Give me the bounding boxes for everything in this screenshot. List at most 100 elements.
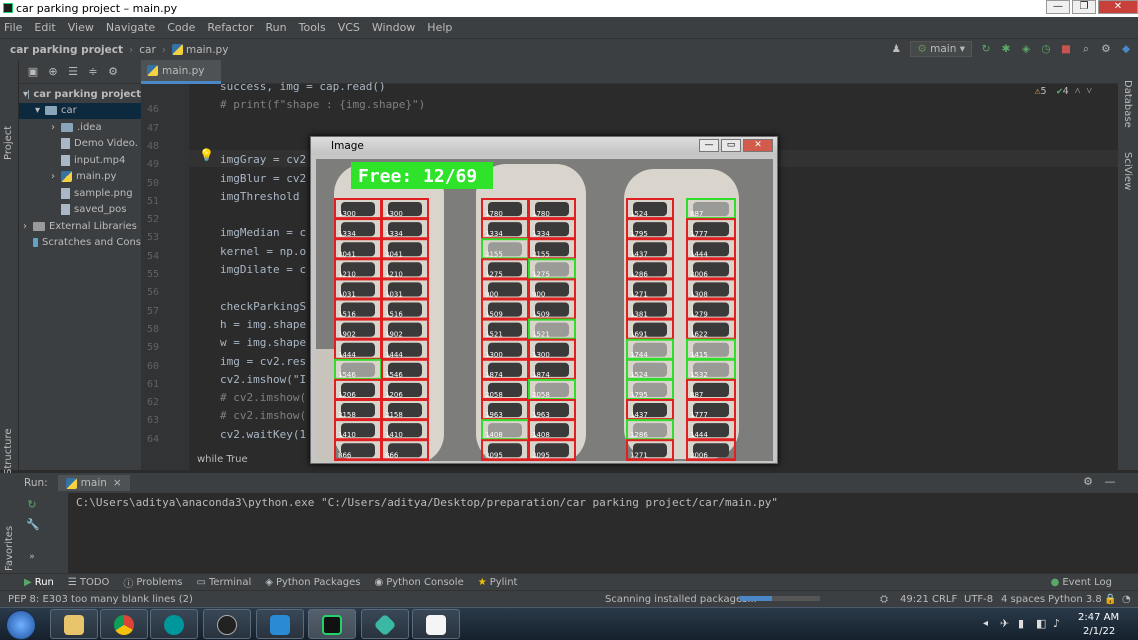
start-button[interactable]: [6, 610, 36, 640]
breadcrumb-folder[interactable]: car: [139, 44, 156, 56]
menu-code[interactable]: Code: [167, 21, 195, 34]
status-message[interactable]: PEP 8: E303 too many blank lines (2): [8, 594, 193, 605]
tree-item-sample-png[interactable]: sample.png: [19, 185, 141, 202]
code-line: cv2.imshow("I: [220, 372, 307, 386]
status-line-separator[interactable]: CRLF: [932, 594, 957, 605]
tray-volume-icon[interactable]: ▮: [1018, 617, 1024, 630]
taskbar-app[interactable]: [361, 609, 409, 639]
toolwindow-python-console[interactable]: ◉ Python Console: [374, 577, 463, 588]
menu-window[interactable]: Window: [372, 21, 415, 34]
locate-icon[interactable]: ⊕: [47, 65, 59, 78]
tree-item-main-py[interactable]: › main.py: [19, 169, 141, 186]
coverage-icon[interactable]: ◈: [1020, 43, 1032, 55]
line-number: 54: [146, 250, 159, 262]
tray-battery-icon[interactable]: ◧: [1036, 617, 1046, 630]
favorites-tab[interactable]: Favorites: [4, 526, 15, 571]
menu-view[interactable]: View: [68, 21, 94, 34]
inspection-widget[interactable]: ⚠5 ✔4 ˄ ˅: [1035, 86, 1092, 97]
search-icon[interactable]: ⌕: [1080, 43, 1092, 55]
image-close-button[interactable]: ✕: [743, 139, 773, 152]
tree-item-project[interactable]: ▾ car parking project: [19, 86, 141, 103]
minimize-button[interactable]: —: [1046, 0, 1070, 14]
tree-item-car[interactable]: ▾ car: [19, 102, 141, 119]
rerun-icon[interactable]: ↻: [980, 43, 992, 55]
tree-item-input-mp4[interactable]: input.mp4: [19, 152, 141, 169]
taskbar-notepad[interactable]: [412, 609, 460, 639]
profile-icon[interactable]: ◷: [1040, 43, 1052, 55]
project-view-icon[interactable]: ▣: [27, 65, 39, 78]
editor-footer-breadcrumb[interactable]: while True: [197, 454, 248, 465]
run-label: Run:: [24, 477, 48, 489]
menu-navigate[interactable]: Navigate: [106, 21, 155, 34]
image-maximize-button[interactable]: ▭: [721, 139, 741, 152]
project-tab[interactable]: Project: [3, 126, 14, 160]
breadcrumb-project[interactable]: car parking project: [10, 44, 123, 56]
user-icon[interactable]: ♟: [890, 43, 902, 55]
menu-vcs[interactable]: VCS: [338, 21, 360, 34]
wrench-icon[interactable]: 🔧: [26, 519, 40, 531]
tree-item-demo-video[interactable]: Demo Video.: [19, 136, 141, 153]
expand-more-icon[interactable]: »: [26, 551, 38, 563]
run-output-pane: ↻ 🔧 » Favorites C:\Users\aditya\anaconda…: [0, 493, 1138, 573]
sciview-tab[interactable]: SciView: [1122, 152, 1133, 190]
hide-panel-icon[interactable]: —: [1104, 476, 1116, 488]
menu-file[interactable]: File: [4, 21, 22, 34]
database-tab[interactable]: Database: [1122, 80, 1133, 128]
menu-edit[interactable]: Edit: [34, 21, 55, 34]
tray-arrow-icon[interactable]: ◂: [983, 618, 988, 629]
rerun-icon[interactable]: ↻: [26, 499, 38, 511]
taskbar-chrome[interactable]: [100, 609, 148, 639]
tab-main-py[interactable]: main.py: [141, 60, 221, 84]
options-gear-icon[interactable]: ⚙: [107, 65, 119, 78]
image-window-titlebar[interactable]: Image — ▭ ✕: [311, 137, 777, 155]
breadcrumb-file[interactable]: main.py: [186, 44, 228, 56]
parking-lot-frame: 1300 1334 2041 1210 1031 1516 1902 1444 1546 1206…: [316, 159, 773, 461]
clock-date[interactable]: 2/1/22: [1083, 626, 1115, 637]
notifications-icon[interactable]: ◔: [1122, 594, 1131, 605]
tree-item-saved-pos[interactable]: saved_pos: [19, 202, 141, 219]
run-settings-gear-icon[interactable]: ⚙: [1082, 476, 1094, 488]
tray-speaker-icon[interactable]: ♪: [1053, 617, 1060, 630]
toolwindow-event-log[interactable]: ● Event Log: [1051, 577, 1112, 588]
status-indent[interactable]: 4 spaces: [1001, 594, 1045, 605]
expand-icon[interactable]: ≑: [87, 65, 99, 78]
menu-help[interactable]: Help: [427, 21, 452, 34]
run-config-tab[interactable]: main ×: [57, 475, 130, 491]
stop-icon[interactable]: ■: [1060, 43, 1072, 55]
lock-icon[interactable]: 🔒: [1104, 594, 1116, 605]
intention-bulb-icon[interactable]: 💡: [199, 148, 214, 162]
tray-network-icon[interactable]: ✈: [1000, 617, 1009, 630]
toolwindow-terminal[interactable]: ▭ Terminal: [197, 577, 252, 588]
image-minimize-button[interactable]: —: [699, 139, 719, 152]
taskbar-obs[interactable]: [203, 609, 251, 639]
taskbar-explorer[interactable]: [50, 609, 98, 639]
maximize-button[interactable]: ❐: [1072, 0, 1096, 14]
code-line: img = cv2.res: [220, 354, 307, 368]
taskbar-vscode[interactable]: [256, 609, 304, 639]
toolwindow-problems[interactable]: ⓘ Problems: [123, 575, 182, 590]
toolwindow-run[interactable]: ▶ Run: [24, 577, 54, 588]
menu-tools[interactable]: Tools: [299, 21, 326, 34]
tree-item-external-libraries[interactable]: › External Libraries: [19, 218, 141, 235]
menu-run[interactable]: Run: [266, 21, 287, 34]
gear-icon[interactable]: ⚙: [1100, 43, 1112, 55]
toolwindow-python-packages[interactable]: ◈ Python Packages: [265, 577, 360, 588]
tree-item-scratches[interactable]: Scratches and Cons: [19, 235, 141, 252]
status-position[interactable]: 49:21: [900, 594, 929, 605]
run-config-selector[interactable]: ⚙ main ▾: [910, 41, 972, 57]
menu-refactor[interactable]: Refactor: [207, 21, 253, 34]
taskbar-arduino[interactable]: [150, 609, 198, 639]
opencv-image-window[interactable]: Image — ▭ ✕ 1300 1334 2041 1210 1031 1516 1902…: [310, 136, 778, 464]
plugin-icon[interactable]: ◆: [1120, 43, 1132, 55]
clock-time[interactable]: 2:47 AM: [1078, 612, 1119, 623]
tree-item-idea[interactable]: › .idea: [19, 119, 141, 136]
toolwindow-todo[interactable]: ☰ TODO: [68, 577, 110, 588]
close-button[interactable]: ✕: [1098, 0, 1138, 14]
structure-tab[interactable]: Structure: [3, 428, 14, 475]
debug-icon[interactable]: ✱: [1000, 43, 1012, 55]
taskbar-pycharm[interactable]: [308, 609, 356, 639]
collapse-icon[interactable]: ☰: [67, 65, 79, 78]
toolwindow-pylint[interactable]: ★ Pylint: [478, 577, 518, 588]
status-encoding[interactable]: UTF-8: [964, 594, 993, 605]
status-interpreter[interactable]: Python 3.8: [1048, 594, 1102, 605]
